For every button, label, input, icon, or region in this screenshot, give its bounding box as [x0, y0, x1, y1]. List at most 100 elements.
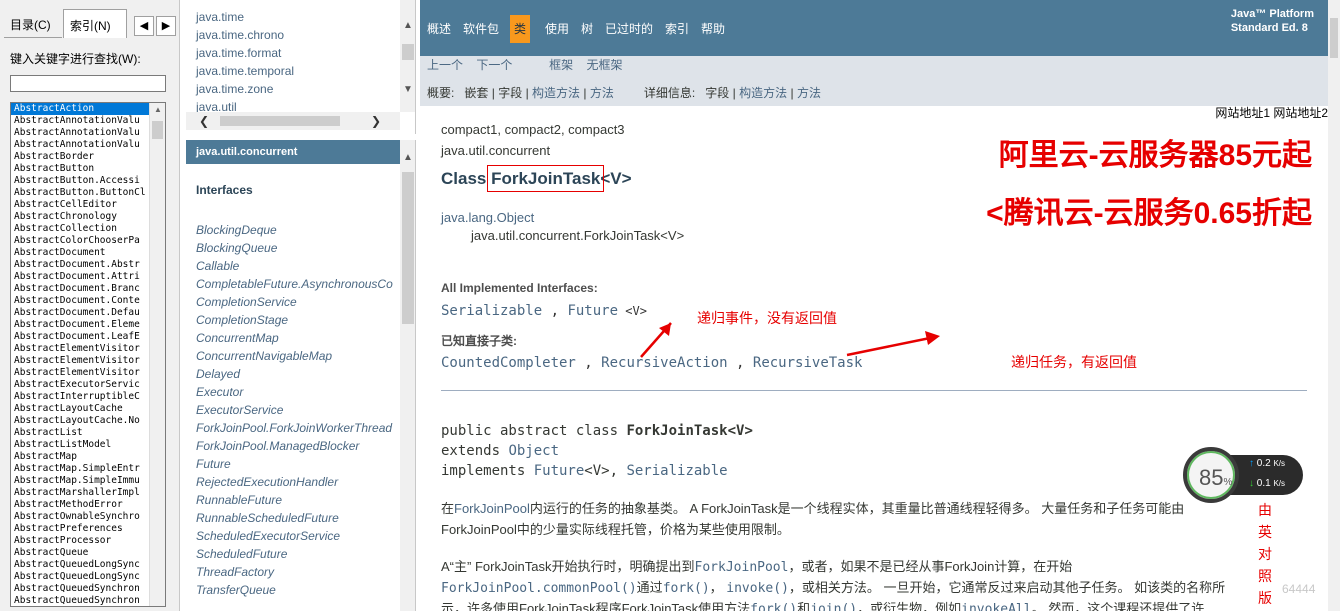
package-link[interactable]: java.time.temporal	[196, 62, 294, 80]
next-class-link[interactable]: 下一个	[476, 58, 512, 72]
join-link[interactable]: join()	[810, 602, 857, 611]
keyword-item[interactable]: AbstractCellEditor	[11, 199, 150, 211]
commonpool-link[interactable]: ForkJoinPool.commonPool()	[441, 581, 637, 596]
keyword-item[interactable]: AbstractInterruptibleC	[11, 391, 150, 403]
nav-overview[interactable]: 概述	[427, 20, 451, 40]
keyword-item[interactable]: AbstractElementVisitor	[11, 355, 150, 367]
implements-serializable-link[interactable]: Serializable	[626, 463, 727, 479]
scroll-thumb[interactable]	[402, 172, 414, 324]
scroll-up-icon[interactable]: ▲	[150, 105, 165, 114]
interface-link[interactable]: ScheduledFuture	[196, 545, 287, 563]
nav-use[interactable]: 使用	[545, 20, 569, 40]
fork-link[interactable]: fork()	[750, 602, 797, 611]
keyword-item[interactable]: AbstractQueuedLongSync	[11, 559, 150, 571]
keyword-item[interactable]: AbstractButton.ButtonCl	[11, 187, 150, 199]
package-link[interactable]: java.time.format	[196, 44, 281, 62]
interface-link[interactable]: BlockingQueue	[196, 239, 277, 257]
package-link[interactable]: java.time.chrono	[196, 26, 284, 44]
keyword-item[interactable]: AbstractAnnotationValu	[11, 127, 150, 139]
interface-link[interactable]: RunnableScheduledFuture	[196, 509, 339, 527]
nav-help[interactable]: 帮助	[701, 20, 725, 40]
keyword-item[interactable]: AbstractQueuedSynchron	[11, 595, 150, 606]
nav-package[interactable]: 软件包	[463, 20, 499, 40]
keyword-item[interactable]: AbstractList	[11, 427, 150, 439]
prev-tab-button[interactable]: ◀	[134, 16, 154, 36]
interface-link[interactable]: CompletionStage	[196, 311, 288, 329]
keyword-item[interactable]: AbstractDocument	[11, 247, 150, 259]
interface-link[interactable]: ExecutorService	[196, 401, 283, 419]
scroll-up-icon[interactable]: ▲	[400, 152, 415, 163]
packages-hscrollbar[interactable]: ❮ ❯	[186, 112, 400, 130]
prev-class-link[interactable]: 上一个	[427, 58, 463, 72]
scroll-left-icon[interactable]: ❮	[194, 112, 214, 130]
promo-aliyun[interactable]: 阿里云-云服务器85元起	[999, 130, 1312, 174]
summary-constructor-link[interactable]: 构造方法	[532, 86, 580, 100]
interface-link[interactable]: RunnableFuture	[196, 491, 282, 509]
interface-link[interactable]: Delayed	[196, 365, 240, 383]
nav-deprecated[interactable]: 已过时的	[605, 20, 653, 40]
interface-link[interactable]: ForkJoinPool.ForkJoinWorkerThread	[196, 419, 392, 437]
keyword-item[interactable]: AbstractDocument.LeafE	[11, 331, 150, 343]
packages-vscrollbar[interactable]: ▲ ▼	[400, 0, 415, 112]
classes-vscrollbar[interactable]: ▲	[400, 140, 415, 611]
scroll-thumb[interactable]	[152, 121, 163, 139]
keyword-item[interactable]: AbstractLayoutCache.No	[11, 415, 150, 427]
interface-link[interactable]: TransferQueue	[196, 581, 276, 599]
scroll-down-icon[interactable]: ▼	[400, 84, 415, 95]
forkjoinpool-link[interactable]: ForkJoinPool	[695, 560, 789, 575]
keyword-item[interactable]: AbstractMarshallerImpl	[11, 487, 150, 499]
scroll-thumb[interactable]	[1330, 18, 1338, 58]
interface-link[interactable]: CompletableFuture.AsynchronousCo	[196, 275, 393, 293]
main-vscrollbar[interactable]	[1328, 0, 1340, 611]
keyword-item[interactable]: AbstractButton	[11, 163, 150, 175]
keyword-item[interactable]: AbstractListModel	[11, 439, 150, 451]
keyword-item[interactable]: AbstractButton.Accessi	[11, 175, 150, 187]
keyword-item[interactable]: AbstractCollection	[11, 223, 150, 235]
keyword-item[interactable]: AbstractAnnotationValu	[11, 115, 150, 127]
keyword-item[interactable]: AbstractProcessor	[11, 535, 150, 547]
keyword-item[interactable]: AbstractDocument.Abstr	[11, 259, 150, 271]
keyword-item[interactable]: AbstractDocument.Defau	[11, 307, 150, 319]
package-link[interactable]: java.time.zone	[196, 80, 273, 98]
frames-link[interactable]: 框架	[549, 58, 573, 72]
forkjoinpool-link[interactable]: ForkJoinPool	[454, 501, 530, 516]
nav-index[interactable]: 索引	[665, 20, 689, 40]
keyword-item[interactable]: AbstractPreferences	[11, 523, 150, 535]
tab-contents[interactable]: 目录(C)	[4, 12, 62, 38]
interface-link[interactable]: CompletionService	[196, 293, 297, 311]
keyword-item[interactable]: AbstractDocument.Eleme	[11, 319, 150, 331]
interface-link[interactable]: Callable	[196, 257, 239, 275]
keyword-item[interactable]: AbstractChronology	[11, 211, 150, 223]
package-link[interactable]: java.time	[196, 8, 244, 26]
keyword-item[interactable]: AbstractAnnotationValu	[11, 139, 150, 151]
keyword-list[interactable]: AbstractAction AbstractAnnotationValu Abst…	[10, 102, 166, 607]
keyword-item[interactable]: AbstractLayoutCache	[11, 403, 150, 415]
keyword-item[interactable]: AbstractDocument.Attri	[11, 271, 150, 283]
interface-link-future[interactable]: Future	[567, 303, 618, 319]
keyword-input[interactable]	[10, 75, 166, 92]
invokeall-link[interactable]: invokeAll	[961, 602, 1031, 611]
interface-link[interactable]: ForkJoinPool.ManagedBlocker	[196, 437, 359, 455]
next-tab-button[interactable]: ▶	[156, 16, 176, 36]
interface-link[interactable]: ConcurrentMap	[196, 329, 279, 347]
keyword-item[interactable]: AbstractQueuedSynchron	[11, 583, 150, 595]
promo-tencent[interactable]: <腾讯云-云服务0.65折起	[986, 188, 1312, 232]
keyword-item[interactable]: AbstractQueuedLongSync	[11, 571, 150, 583]
interface-link[interactable]: ConcurrentNavigableMap	[196, 347, 332, 365]
interface-link-serializable[interactable]: Serializable	[441, 303, 542, 319]
keyword-item[interactable]: AbstractMap.SimpleEntr	[11, 463, 150, 475]
fork-link[interactable]: fork()	[663, 581, 710, 596]
no-frames-link[interactable]: 无框架	[586, 58, 622, 72]
interface-link[interactable]: Future	[196, 455, 231, 473]
interface-link[interactable]: Executor	[196, 383, 243, 401]
interface-link[interactable]: ScheduledExecutorService	[196, 527, 340, 545]
keyword-item[interactable]: AbstractMap	[11, 451, 150, 463]
interface-link[interactable]: ThreadFactory	[196, 563, 274, 581]
network-speed-widget[interactable]: 85% ↑ 0.2 K/s ↓ 0.1 K/s	[1183, 447, 1303, 503]
interface-link[interactable]: BlockingDeque	[196, 221, 277, 239]
site-links[interactable]: 网站地址1 网站地址2	[1215, 104, 1328, 121]
scroll-thumb[interactable]	[402, 44, 414, 60]
keyword-item[interactable]: AbstractMap.SimpleImmu	[11, 475, 150, 487]
summary-method-link[interactable]: 方法	[590, 86, 614, 100]
detail-constructor-link[interactable]: 构造方法	[739, 86, 787, 100]
